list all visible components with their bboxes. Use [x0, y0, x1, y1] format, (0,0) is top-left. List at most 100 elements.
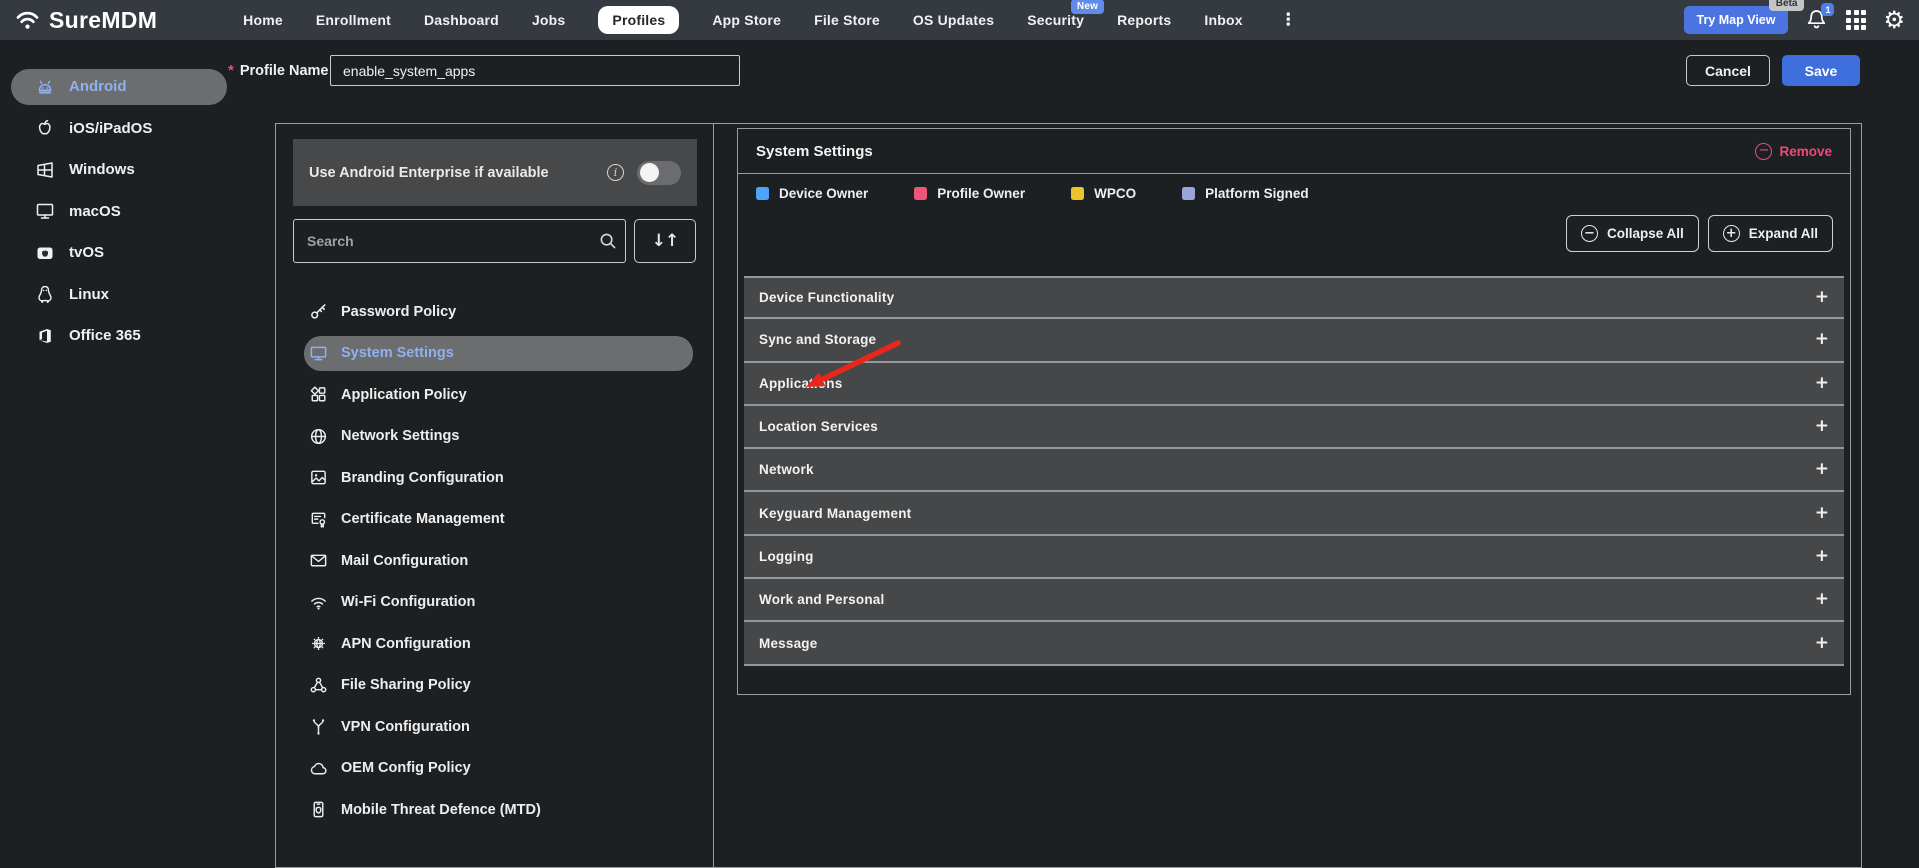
- nav-enrollment[interactable]: Enrollment: [316, 12, 391, 28]
- try-map-view-label: Try Map View: [1697, 13, 1776, 27]
- settings-item-certificate-management[interactable]: Certificate Management: [293, 499, 697, 541]
- notification-count-badge: 1: [1821, 3, 1834, 16]
- expand-icon[interactable]: +: [1815, 548, 1829, 565]
- section-keyguard-management[interactable]: Keyguard Management +: [744, 492, 1844, 535]
- required-mark: *: [228, 62, 234, 79]
- settings-item-network-settings[interactable]: Network Settings: [293, 416, 697, 458]
- settings-item-wifi-configuration[interactable]: Wi-Fi Configuration: [293, 582, 697, 624]
- section-network[interactable]: Network +: [744, 449, 1844, 492]
- nav-home[interactable]: Home: [243, 12, 283, 28]
- nav-file-store[interactable]: File Store: [814, 12, 880, 28]
- os-item-windows[interactable]: Windows: [0, 149, 225, 191]
- android-enterprise-toggle[interactable]: [637, 161, 681, 185]
- settings-item-system-settings[interactable]: System Settings: [293, 333, 697, 375]
- os-item-label: Office 365: [69, 327, 141, 344]
- os-item-linux[interactable]: Linux: [0, 274, 225, 316]
- sort-button[interactable]: ↓↑: [634, 219, 696, 263]
- collapse-all-button[interactable]: − Collapse All: [1566, 215, 1699, 252]
- section-applications[interactable]: Applications +: [744, 363, 1844, 406]
- expand-icon[interactable]: +: [1815, 505, 1829, 522]
- wifi-icon: [309, 593, 328, 612]
- notifications-button[interactable]: 1: [1805, 7, 1829, 33]
- legend-wpco: WPCO: [1071, 186, 1136, 201]
- os-item-android[interactable]: Android: [0, 66, 225, 108]
- os-item-office365[interactable]: Office 365: [0, 315, 225, 357]
- settings-item-file-sharing-policy[interactable]: File Sharing Policy: [293, 665, 697, 707]
- settings-item-label: Certificate Management: [341, 511, 505, 527]
- expand-icon[interactable]: +: [1815, 591, 1829, 608]
- topbar: SureMDM Home Enrollment Dashboard Jobs P…: [0, 0, 1919, 40]
- settings-gear-icon[interactable]: ⚙: [1883, 8, 1905, 32]
- app-grid-icon: [309, 385, 328, 404]
- section-message[interactable]: Message +: [744, 622, 1844, 665]
- os-item-label: iOS/iPadOS: [69, 120, 152, 137]
- os-item-ios[interactable]: iOS/iPadOS: [0, 108, 225, 150]
- os-item-label: Android: [69, 78, 127, 95]
- settings-item-label: Network Settings: [341, 428, 459, 444]
- settings-item-label: Wi-Fi Configuration: [341, 594, 475, 610]
- nav-app-store[interactable]: App Store: [712, 12, 781, 28]
- settings-item-label: Mail Configuration: [341, 553, 468, 569]
- search-input[interactable]: [293, 219, 626, 263]
- settings-item-apn-configuration[interactable]: APN Configuration: [293, 623, 697, 665]
- section-sync-and-storage[interactable]: Sync and Storage +: [744, 319, 1844, 362]
- legend-profile-owner: Profile Owner: [914, 186, 1025, 201]
- info-icon[interactable]: i: [607, 164, 624, 181]
- key-icon: [309, 302, 328, 321]
- nav-reports[interactable]: Reports: [1117, 12, 1171, 28]
- expand-icon[interactable]: +: [1815, 331, 1829, 348]
- nav-profiles[interactable]: Profiles: [598, 6, 679, 34]
- nav-inbox[interactable]: Inbox: [1204, 12, 1242, 28]
- brand[interactable]: SureMDM: [14, 7, 157, 34]
- settings-item-application-policy[interactable]: Application Policy: [293, 374, 697, 416]
- section-logging[interactable]: Logging +: [744, 536, 1844, 579]
- expand-icon[interactable]: +: [1815, 375, 1829, 392]
- new-badge: New: [1071, 0, 1104, 14]
- settings-item-label: VPN Configuration: [341, 719, 470, 735]
- profile-name-field-label: * Profile Name: [228, 62, 329, 79]
- section-location-services[interactable]: Location Services +: [744, 406, 1844, 449]
- expand-icon[interactable]: +: [1815, 635, 1829, 652]
- section-work-and-personal[interactable]: Work and Personal +: [744, 579, 1844, 622]
- panel-title: System Settings: [756, 143, 873, 160]
- system-settings-header: System Settings − Remove: [738, 129, 1850, 174]
- gear-globe-icon: [309, 634, 328, 653]
- remove-section-button[interactable]: − Remove: [1755, 143, 1832, 160]
- profile-name-input[interactable]: [330, 55, 740, 86]
- settings-item-mail-configuration[interactable]: Mail Configuration: [293, 540, 697, 582]
- nav-dashboard[interactable]: Dashboard: [424, 12, 499, 28]
- toggle-knob: [640, 163, 659, 182]
- settings-item-password-policy[interactable]: Password Policy: [293, 291, 697, 333]
- expand-icon[interactable]: +: [1815, 461, 1829, 478]
- os-item-tvos[interactable]: tvOS: [0, 232, 225, 274]
- nav-jobs[interactable]: Jobs: [532, 12, 565, 28]
- cancel-button[interactable]: Cancel: [1686, 55, 1770, 86]
- nav-security-label: Security: [1027, 12, 1084, 28]
- sort-arrows-icon: ↓↑: [652, 231, 679, 251]
- settings-item-label: File Sharing Policy: [341, 677, 471, 693]
- section-device-functionality[interactable]: Device Functionality +: [744, 276, 1844, 319]
- image-icon: [309, 468, 328, 487]
- nav-os-updates[interactable]: OS Updates: [913, 12, 994, 28]
- settings-item-vpn-configuration[interactable]: VPN Configuration: [293, 706, 697, 748]
- expand-icon[interactable]: +: [1815, 418, 1829, 435]
- settings-item-mobile-threat-defence[interactable]: Mobile Threat Defence (MTD): [293, 789, 697, 831]
- android-icon: [35, 77, 55, 97]
- more-menu-icon[interactable]: ⋮: [1276, 10, 1301, 30]
- minus-circle-icon: −: [1755, 143, 1772, 160]
- device-owner-swatch: [756, 187, 769, 200]
- settings-item-oem-config-policy[interactable]: OEM Config Policy: [293, 748, 697, 790]
- apps-grid-icon[interactable]: [1846, 10, 1866, 30]
- settings-item-branding-configuration[interactable]: Branding Configuration: [293, 457, 697, 499]
- save-button[interactable]: Save: [1782, 55, 1860, 86]
- nav-security[interactable]: Security New: [1027, 12, 1084, 28]
- beta-badge: Beta: [1769, 0, 1805, 11]
- settings-item-label: APN Configuration: [341, 636, 471, 652]
- os-item-macos[interactable]: macOS: [0, 191, 225, 233]
- os-item-label: macOS: [69, 203, 121, 220]
- linux-penguin-icon: [35, 284, 55, 304]
- expand-all-button[interactable]: + Expand All: [1708, 215, 1833, 252]
- try-map-view-button[interactable]: Try Map View Beta: [1684, 6, 1789, 34]
- expand-icon[interactable]: +: [1815, 289, 1829, 306]
- profile-sections-column: Use Android Enterprise if available i ↓↑…: [276, 124, 714, 867]
